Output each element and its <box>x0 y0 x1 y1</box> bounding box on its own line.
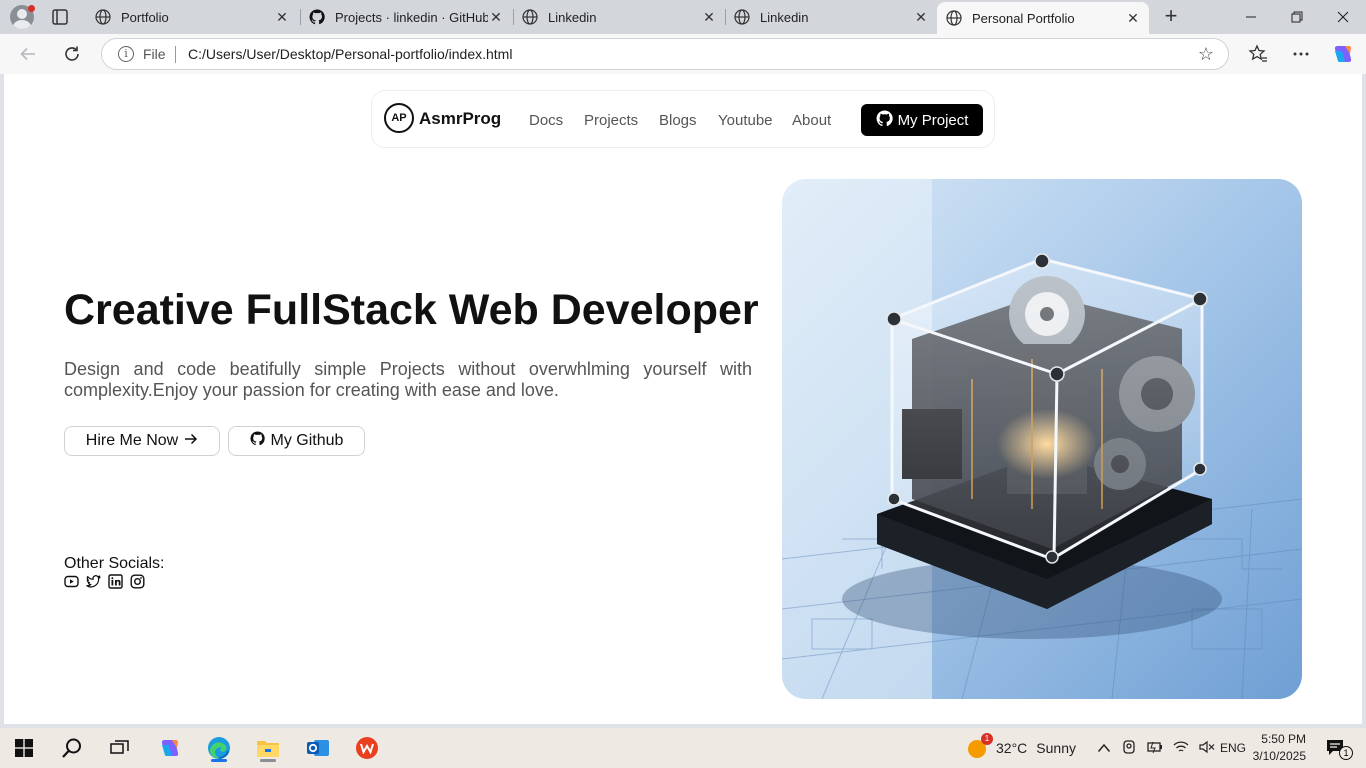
globe-icon <box>733 8 751 26</box>
favorites-icon[interactable] <box>1247 43 1269 65</box>
clock[interactable]: 5:50 PM 3/10/2025 <box>1253 731 1306 765</box>
my-project-label: My Project <box>897 111 969 129</box>
nav-link-blogs[interactable]: Blogs <box>659 112 697 129</box>
clock-time: 5:50 PM <box>1261 732 1306 746</box>
chevron-up-icon[interactable] <box>1097 740 1111 756</box>
globe-icon <box>94 8 112 26</box>
sun-weather-icon: 1 <box>966 733 993 759</box>
info-icon[interactable]: i <box>118 46 134 62</box>
copilot-icon[interactable] <box>1332 43 1354 65</box>
close-window-button[interactable] <box>1320 0 1366 34</box>
my-github-button[interactable]: My Github <box>228 426 365 456</box>
github-icon <box>876 110 893 131</box>
social-links <box>64 574 145 589</box>
hero-description: Design and code beatifully simple Projec… <box>64 359 752 400</box>
tab-actions-icon[interactable] <box>50 7 70 27</box>
address-divider <box>175 46 176 63</box>
weather-badge: 1 <box>981 733 993 745</box>
favorite-star-icon[interactable]: ☆ <box>1196 44 1216 64</box>
wifi-icon[interactable] <box>1173 740 1189 757</box>
restore-button[interactable] <box>1274 0 1320 34</box>
clock-date: 3/10/2025 <box>1252 749 1306 763</box>
tab-label: Projects · linkedin · GitHub <box>335 9 488 25</box>
search-icon[interactable] <box>58 734 86 762</box>
hire-me-label: Hire Me Now <box>85 432 179 449</box>
youtube-icon[interactable] <box>64 574 79 589</box>
open-app-indicator <box>260 759 276 762</box>
task-view-icon[interactable] <box>106 734 134 762</box>
tab-label: Linkedin <box>760 9 809 25</box>
site-navbar: AP AsmrProg Docs Projects Blogs Youtube … <box>371 90 995 148</box>
close-icon[interactable]: ✕ <box>1125 10 1141 26</box>
nav-link-about[interactable]: About <box>792 112 831 129</box>
browser-toolbar: i File C:/Users/User/Desktop/Personal-po… <box>0 34 1366 74</box>
tab-linkedin-1[interactable]: Linkedin ✕ <box>513 2 725 32</box>
tab-label: Portfolio <box>121 9 169 25</box>
socials-label: Other Socials: <box>64 555 165 572</box>
twitter-icon[interactable] <box>86 574 101 589</box>
notification-count: 1 <box>1339 746 1353 760</box>
hero-illustration <box>782 179 1302 699</box>
outlook-icon[interactable] <box>304 734 332 762</box>
minimize-button[interactable] <box>1228 0 1274 34</box>
weather-condition: Sunny <box>1036 740 1076 756</box>
instagram-icon[interactable] <box>130 574 145 589</box>
meet-now-icon[interactable] <box>1121 739 1137 758</box>
language-indicator[interactable]: ENG <box>1220 728 1246 768</box>
address-bar[interactable]: i File C:/Users/User/Desktop/Personal-po… <box>101 38 1229 70</box>
page-viewport: AP AsmrProg Docs Projects Blogs Youtube … <box>4 74 1362 724</box>
wps-office-icon[interactable] <box>353 734 381 762</box>
close-icon[interactable]: ✕ <box>274 9 290 25</box>
nav-link-projects[interactable]: Projects <box>584 112 638 129</box>
copilot-app-icon[interactable] <box>156 734 184 762</box>
notification-center-icon[interactable]: 1 <box>1322 734 1353 762</box>
close-icon[interactable]: ✕ <box>701 9 717 25</box>
weather-temp: 32°C <box>996 740 1028 756</box>
new-tab-button[interactable]: + <box>1160 5 1182 28</box>
globe-icon <box>945 9 963 27</box>
brand-logo[interactable]: AP <box>384 103 414 133</box>
tab-strip: Portfolio ✕ Projects · linkedin · GitHub… <box>0 0 1366 34</box>
active-app-indicator <box>211 759 227 762</box>
back-button[interactable] <box>17 43 39 65</box>
hero-title: Creative FullStack Web Developer <box>64 286 759 334</box>
arrow-right-icon <box>184 432 198 450</box>
my-github-label: My Github <box>270 432 344 449</box>
nav-link-docs[interactable]: Docs <box>529 112 563 129</box>
edge-browser-icon[interactable] <box>205 734 233 762</box>
system-tray <box>1097 728 1215 768</box>
more-options-icon[interactable] <box>1290 43 1312 65</box>
file-explorer-icon[interactable] <box>254 734 282 762</box>
tab-linkedin-2[interactable]: Linkedin ✕ <box>725 2 937 32</box>
windows-start-icon[interactable] <box>10 734 38 762</box>
hire-me-button[interactable]: Hire Me Now <box>64 426 220 456</box>
notification-dot <box>28 5 35 12</box>
url-text[interactable]: C:/Users/User/Desktop/Personal-portfolio… <box>188 46 512 62</box>
scheme-label: File <box>143 46 166 62</box>
linkedin-icon[interactable] <box>108 574 123 589</box>
github-icon <box>250 431 265 451</box>
refresh-button[interactable] <box>61 43 83 65</box>
close-icon[interactable]: ✕ <box>488 9 504 25</box>
tab-label: Personal Portfolio <box>972 10 1075 26</box>
brand-name[interactable]: AsmrProg <box>419 109 501 129</box>
tab-portfolio[interactable]: Portfolio ✕ <box>86 2 298 32</box>
globe-icon <box>521 8 539 26</box>
nav-link-youtube[interactable]: Youtube <box>718 112 773 129</box>
close-icon[interactable]: ✕ <box>913 9 929 25</box>
weather-widget[interactable]: 1 32°C Sunny <box>966 728 1076 768</box>
tab-github-projects[interactable]: Projects · linkedin · GitHub ✕ <box>300 2 512 32</box>
windows-taskbar: 1 32°C Sunny ENG 5:50 PM 3/10/2025 1 <box>0 728 1366 768</box>
tab-label: Linkedin <box>548 9 597 25</box>
speaker-muted-icon[interactable] <box>1199 740 1215 757</box>
tab-personal-portfolio[interactable]: Personal Portfolio ✕ <box>937 2 1149 34</box>
github-icon <box>308 8 326 26</box>
my-project-button[interactable]: My Project <box>861 104 983 136</box>
battery-icon[interactable] <box>1147 740 1163 757</box>
